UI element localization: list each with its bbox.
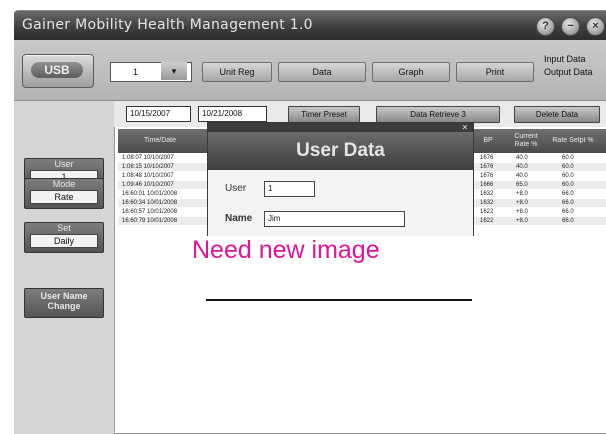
unit-reg-button[interactable]: Unit Reg [202, 62, 272, 82]
cell-time: 16:60:57 10/01/2008 [122, 209, 178, 215]
to-date-field[interactable]: 10/21/2008 [198, 106, 267, 122]
cell-current-rate: +8.0 [516, 218, 528, 224]
col-header-bp[interactable]: BP [473, 129, 503, 153]
help-icon: ? [542, 20, 549, 32]
minimize-icon: − [567, 20, 574, 32]
cell-rate-setpt: 60.0 [562, 164, 574, 170]
output-data-label[interactable]: Output Data [544, 66, 593, 79]
cell-current-rate: 65.0 [516, 182, 528, 188]
cell-rate-setpt: 60.0 [562, 182, 574, 188]
cell-time: 1:08:48 10/10/2007 [122, 173, 174, 179]
port-value: 1 [133, 67, 139, 77]
cell-current-rate: 40.0 [516, 164, 528, 170]
username-change-button[interactable]: User Name Change [24, 288, 104, 318]
dialog-user-label: User [225, 183, 247, 194]
usb-button[interactable]: USB [22, 54, 94, 88]
cell-bp: 1676 [480, 155, 494, 161]
cell-current-rate: +8.0 [516, 200, 528, 206]
cell-time: 16:60:79 10/01/2008 [122, 218, 178, 224]
note-underline [206, 299, 472, 301]
cell-bp: 1632 [480, 200, 494, 206]
help-button[interactable]: ? [536, 17, 555, 36]
close-button[interactable]: × [586, 17, 605, 36]
cell-time: 1:08:07 10/10/2007 [122, 155, 174, 161]
set-value: Daily [30, 234, 98, 248]
dialog-title: User Data [208, 132, 473, 170]
dialog-close-icon[interactable]: ✕ [460, 123, 470, 132]
cell-bp: 1622 [480, 218, 494, 224]
title-bar: Gainer Mobility Health Management 1.0 ? … [14, 10, 606, 41]
port-select[interactable]: 1 ▾ [110, 62, 192, 82]
io-labels: Input Data Output Data [544, 53, 593, 79]
graph-button[interactable]: Graph [372, 62, 450, 82]
cell-current-rate: 40.0 [516, 155, 528, 161]
data-button[interactable]: Data [278, 62, 366, 82]
timer-preset-button[interactable]: Timer Preset [288, 106, 360, 123]
dialog-name-label: Name [225, 213, 253, 224]
dialog-user-field[interactable]: 1 [264, 181, 315, 197]
cell-rate-setpt: 66.0 [562, 218, 574, 224]
cell-time: 16:60:34 10/01/2008 [122, 200, 178, 206]
chevron-down-icon[interactable]: ▾ [161, 62, 187, 80]
usb-icon: USB [31, 62, 83, 78]
minimize-button[interactable]: − [561, 17, 580, 36]
cell-current-rate: +8.0 [516, 191, 528, 197]
print-button[interactable]: Print [456, 62, 534, 82]
cell-rate-setpt: 66.0 [562, 200, 574, 206]
cell-bp: 1676 [480, 164, 494, 170]
set-label: Set [57, 223, 71, 233]
left-panel [14, 101, 115, 434]
cell-bp: 1622 [480, 209, 494, 215]
cell-current-rate: 40.0 [516, 173, 528, 179]
input-data-label[interactable]: Input Data [544, 53, 593, 66]
dialog-name-field[interactable]: Jim [264, 211, 405, 227]
set-box[interactable]: Set Daily [24, 222, 104, 253]
user-label: User [54, 159, 74, 169]
mode-value: Rate [30, 190, 98, 204]
mode-box[interactable]: Mode Rate [24, 178, 104, 209]
user-data-dialog: ✕ User Data User 1 Name Jim [207, 122, 474, 244]
window-title: Gainer Mobility Health Management 1.0 [22, 17, 313, 33]
from-date-field[interactable]: 10/15/2007 [126, 106, 191, 122]
delete-data-button[interactable]: Delete Data [514, 106, 600, 123]
cell-rate-setpt: 66.0 [562, 191, 574, 197]
cell-bp: 1632 [480, 191, 494, 197]
data-retrieve-button[interactable]: Data Retrieve 3 [376, 106, 500, 123]
mode-label: Mode [52, 179, 76, 189]
cell-time: 1:08:15 10/10/2007 [122, 164, 174, 170]
need-new-image-note: Need new image [192, 236, 380, 264]
cell-bp: 1666 [480, 182, 494, 188]
dialog-titlebar [208, 123, 473, 132]
cell-time: 1:09:46 10/10/2007 [122, 182, 174, 188]
col-header-time[interactable]: Time/Date [118, 129, 202, 153]
cell-current-rate: +8.0 [516, 209, 528, 215]
close-icon: × [592, 20, 599, 32]
cell-time: 16:60:01 10/01/2008 [122, 191, 178, 197]
col-header-current-rate[interactable]: Current Rate % [506, 129, 546, 153]
cell-bp: 1676 [480, 173, 494, 179]
cell-rate-setpt: 66.0 [562, 209, 574, 215]
cell-rate-setpt: 60.0 [562, 155, 574, 161]
cell-rate-setpt: 60.0 [562, 173, 574, 179]
col-header-rate-setpt[interactable]: Rate Setpt % [550, 129, 596, 153]
